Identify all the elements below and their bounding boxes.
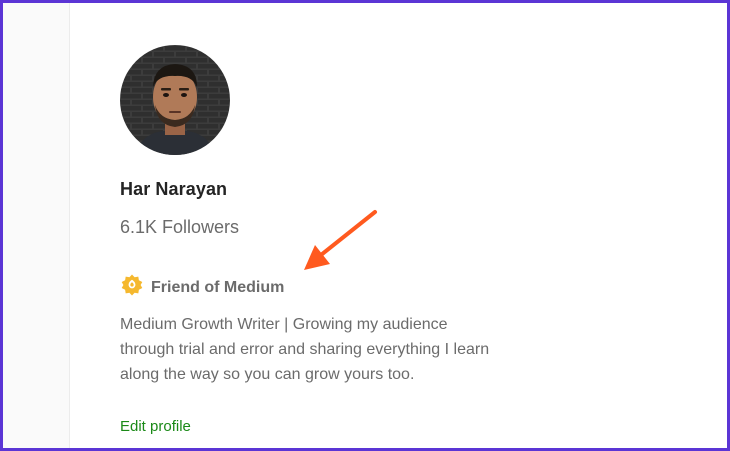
arrow-pointer-icon: [293, 203, 383, 283]
screenshot-frame: Har Narayan 6.1K Followers Friend of Med…: [0, 0, 730, 451]
left-gutter: [3, 3, 70, 448]
friend-of-medium-star-icon: [120, 273, 144, 302]
edit-profile-link[interactable]: Edit profile: [120, 418, 191, 435]
friend-of-medium-badge: Friend of Medium: [120, 273, 284, 302]
avatar[interactable]: [120, 45, 230, 155]
follower-count[interactable]: 6.1K Followers: [120, 217, 239, 238]
avatar-photo: [120, 45, 230, 155]
profile-bio: Medium Growth Writer | Growing my audien…: [120, 316, 490, 383]
friend-of-medium-label: Friend of Medium: [151, 278, 285, 296]
author-name[interactable]: Har Narayan: [120, 179, 227, 200]
